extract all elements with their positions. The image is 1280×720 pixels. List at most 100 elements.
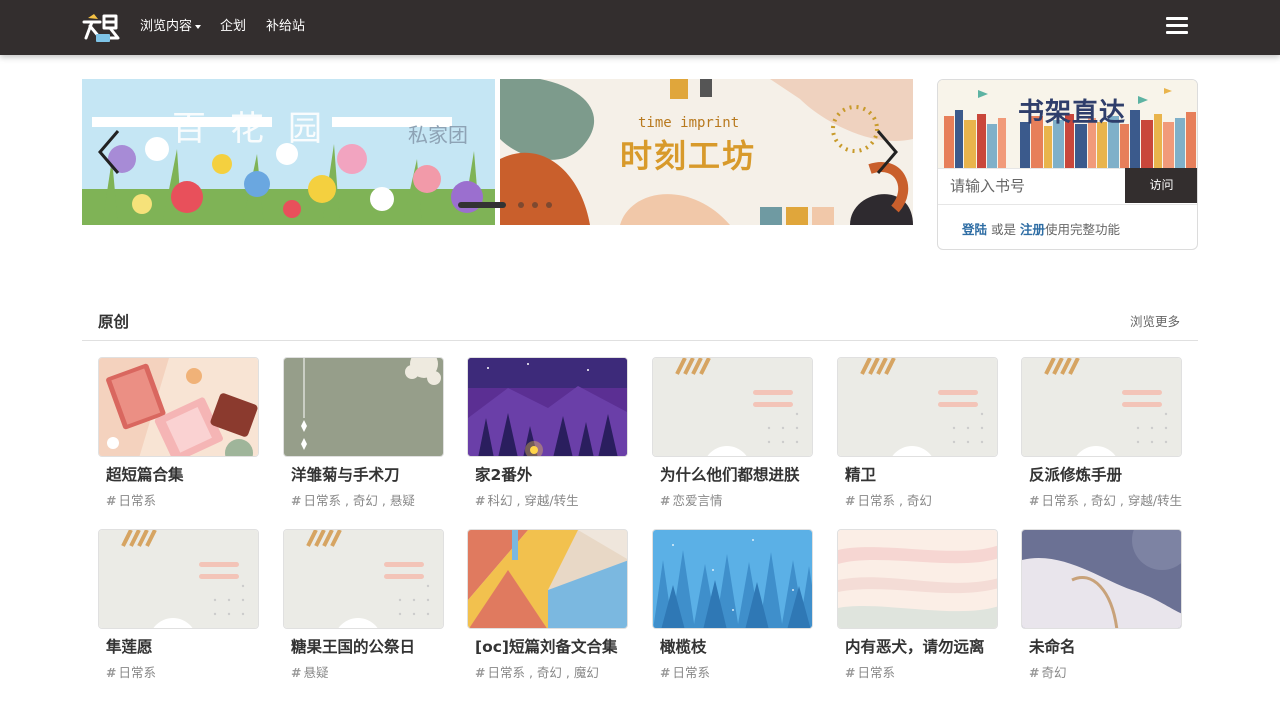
book-cover[interactable]	[283, 357, 444, 457]
carousel-slide-workshop[interactable]: time imprint 时刻工坊	[500, 79, 913, 225]
garden-badge-text: 私家团	[408, 123, 468, 147]
book-title[interactable]: 反派修炼手册	[1029, 463, 1189, 485]
carousel-indicator[interactable]	[532, 202, 538, 208]
hashtag-icon: #	[660, 665, 671, 680]
book-cover[interactable]	[837, 529, 998, 629]
book-tags: # 日常系	[106, 662, 260, 681]
book-tags-text: 日常系 , 奇幻 , 穿越/转生	[1041, 493, 1183, 508]
wenniao-logo[interactable]	[82, 12, 122, 44]
book-tags-text: 日常系 , 奇幻 , 悬疑	[303, 493, 415, 508]
cover-default-illustration	[653, 358, 812, 456]
cover-wave-illustration	[1022, 530, 1181, 628]
cover-stripes-illustration	[838, 530, 997, 628]
bookshelf-card: 书架直达 访问 登陆 或是 注册使用完整功能	[937, 79, 1198, 250]
book-card[interactable]: 糖果王国的公祭日 # 悬疑	[283, 529, 445, 689]
bookshelf-banner: 书架直达	[938, 80, 1197, 168]
book-tags: # 日常系	[660, 662, 814, 681]
book-title[interactable]: 隼莲愿	[106, 635, 266, 657]
hamburger-icon[interactable]	[1166, 17, 1188, 37]
browse-more-link[interactable]: 浏览更多	[1130, 311, 1180, 330]
carousel-indicator[interactable]	[518, 202, 524, 208]
book-cover[interactable]	[467, 529, 628, 629]
carousel-indicator[interactable]	[546, 202, 552, 208]
book-tags-text: 日常系	[118, 665, 156, 680]
book-tags: # 日常系 , 奇幻 , 魔幻	[475, 662, 629, 681]
hashtag-icon: #	[1029, 665, 1040, 680]
book-tags-text: 悬疑	[303, 665, 329, 680]
book-tags-text: 日常系	[118, 493, 156, 508]
book-tags: # 日常系 , 奇幻 , 悬疑	[291, 490, 445, 509]
book-cover[interactable]	[1021, 529, 1182, 629]
book-cover[interactable]	[98, 357, 259, 457]
full-feature-text: 使用完整功能	[1045, 222, 1121, 237]
visit-button[interactable]: 访问	[1125, 168, 1197, 203]
caret-down-icon	[195, 24, 202, 29]
book-tags: # 科幻 , 穿越/转生	[475, 490, 629, 509]
cover-forest-illustration	[653, 530, 812, 628]
hashtag-icon: #	[106, 493, 117, 508]
book-title[interactable]: 精卫	[845, 463, 1005, 485]
cover-books-illustration	[99, 358, 258, 456]
chevron-right-icon[interactable]	[872, 129, 902, 175]
book-id-input[interactable]	[938, 168, 1126, 203]
carousel-slide-garden[interactable]: 私家团 百花园	[82, 79, 495, 225]
bookshelf-divider	[938, 204, 1197, 205]
chevron-left-icon[interactable]	[94, 129, 124, 175]
register-link[interactable]: 注册	[1020, 222, 1045, 237]
book-cover[interactable]	[652, 357, 813, 457]
banner-carousel[interactable]: 私家团 百花园 time imprint 时刻工坊	[82, 79, 913, 225]
book-cover[interactable]	[98, 529, 259, 629]
book-tags-text: 奇幻	[1041, 665, 1067, 680]
book-tags-text: 科幻 , 穿越/转生	[487, 493, 579, 508]
nav-supply-link[interactable]: 补给站	[266, 19, 305, 35]
book-tags: # 恋爱言情	[660, 490, 814, 509]
book-card[interactable]: 隼莲愿 # 日常系	[98, 529, 260, 689]
book-card[interactable]: [oc]短篇刘备文合集 # 日常系 , 奇幻 , 魔幻	[467, 529, 629, 689]
nav-browse-dropdown[interactable]: 浏览内容	[140, 19, 202, 35]
book-title[interactable]: 橄榄枝	[660, 635, 820, 657]
hashtag-icon: #	[845, 493, 856, 508]
cover-default-illustration	[838, 358, 997, 456]
book-title[interactable]: 糖果王国的公祭日	[291, 635, 451, 657]
book-card[interactable]: 橄榄枝 # 日常系	[652, 529, 814, 689]
book-card[interactable]: 精卫 # 日常系 , 奇幻	[837, 357, 999, 517]
section-title-original: 原创	[98, 313, 130, 331]
book-card[interactable]: 为什么他们都想进朕 # 恋爱言情	[652, 357, 814, 517]
book-title[interactable]: 洋雏菊与手术刀	[291, 463, 451, 485]
book-title[interactable]: 内有恶犬，请勿远离	[845, 635, 1005, 657]
book-cover[interactable]	[652, 529, 813, 629]
hashtag-icon: #	[291, 665, 302, 680]
book-title[interactable]: 为什么他们都想进朕	[660, 463, 820, 485]
book-card[interactable]: 家2番外 # 科幻 , 穿越/转生	[467, 357, 629, 517]
hashtag-icon: #	[106, 665, 117, 680]
carousel-indicator-active[interactable]	[458, 202, 506, 208]
book-title[interactable]: 家2番外	[475, 463, 635, 485]
login-link[interactable]: 登陆	[962, 222, 987, 237]
nav-browse-label: 浏览内容	[140, 19, 193, 34]
workshop-title-text: 时刻工坊	[620, 137, 757, 175]
book-card[interactable]: 反派修炼手册 # 日常系 , 奇幻 , 穿越/转生	[1021, 357, 1183, 517]
book-title[interactable]: [oc]短篇刘备文合集	[475, 635, 635, 657]
book-cover[interactable]	[837, 357, 998, 457]
book-title[interactable]: 超短篇合集	[106, 463, 266, 485]
book-card[interactable]: 洋雏菊与手术刀 # 日常系 , 奇幻 , 悬疑	[283, 357, 445, 517]
book-title[interactable]: 未命名	[1029, 635, 1189, 657]
book-tags: # 日常系 , 奇幻	[845, 490, 999, 509]
hashtag-icon: #	[660, 493, 671, 508]
cover-default-illustration	[1022, 358, 1181, 456]
book-cover[interactable]	[467, 357, 628, 457]
cover-default-illustration	[99, 530, 258, 628]
book-card[interactable]: 超短篇合集 # 日常系	[98, 357, 260, 517]
book-cover[interactable]	[283, 529, 444, 629]
book-tags: # 奇幻	[1029, 662, 1183, 681]
cover-geometric-illustration	[468, 530, 627, 628]
login-prompt: 登陆 或是 注册使用完整功能	[962, 219, 1120, 238]
bookshelf-title: 书架直达	[1018, 98, 1127, 128]
book-cover[interactable]	[1021, 357, 1182, 457]
book-tags: # 悬疑	[291, 662, 445, 681]
hashtag-icon: #	[475, 665, 486, 680]
nav-project-link[interactable]: 企划	[220, 19, 246, 35]
book-card[interactable]: 未命名 # 奇幻	[1021, 529, 1183, 689]
book-tags-text: 日常系 , 奇幻 , 魔幻	[487, 665, 599, 680]
book-card[interactable]: 内有恶犬，请勿远离 # 日常系	[837, 529, 999, 689]
